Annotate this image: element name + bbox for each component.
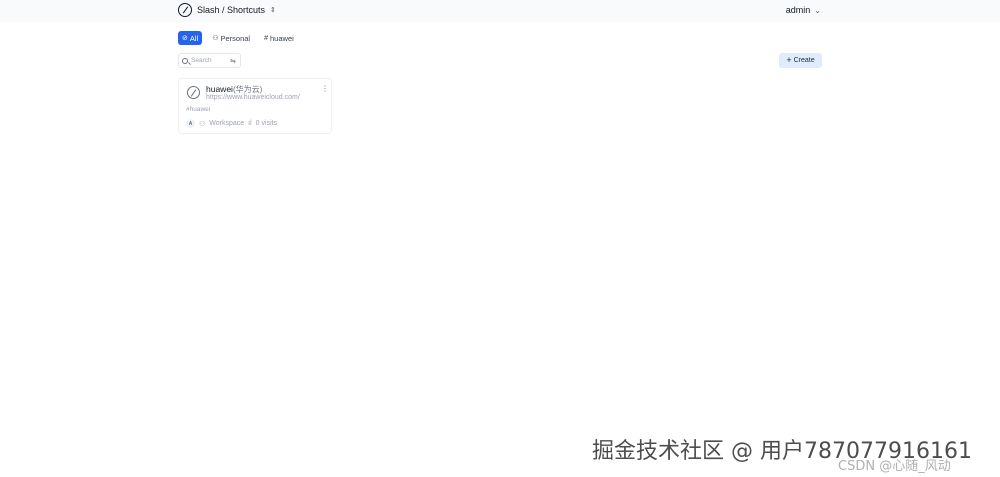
user-name: admin [785, 5, 811, 15]
filter-bar: ⊘ All ⚇ Personal # huawei [178, 31, 298, 45]
top-bar: Slash / Shortcuts ⇕ admin ⌄ [0, 0, 1000, 22]
shortcut-meta: A ⚇ Workspace ıl 0 visits [186, 119, 277, 128]
shortcut-visits: 0 visits [255, 120, 278, 127]
bar-chart-icon: ıl [248, 120, 252, 127]
hash-icon: # [264, 34, 269, 42]
filter-chip-personal[interactable]: ⚇ Personal [208, 31, 254, 45]
shortcut-favicon-icon [187, 86, 200, 99]
shortcut-alt-title: (华为云) [232, 85, 263, 94]
chevron-up-down-icon: ⇕ [270, 7, 276, 14]
all-icon: ⊘ [182, 35, 188, 42]
create-button[interactable]: + Create [779, 53, 822, 68]
search-icon [182, 57, 188, 64]
user-menu[interactable]: admin ⌄ [786, 4, 821, 16]
create-button-label: Create [793, 57, 815, 64]
slash-logo-icon [178, 3, 192, 17]
search-input[interactable] [191, 57, 227, 64]
workspace-icon: ⚇ [199, 120, 206, 128]
filter-chip-tag-huawei[interactable]: # huawei [260, 31, 298, 45]
brand-title: Slash / Shortcuts [197, 5, 266, 15]
shortcut-visibility: Workspace [209, 120, 245, 127]
more-options-icon[interactable]: ⋮ [321, 85, 329, 93]
filter-chip-label: All [189, 33, 199, 43]
watermark-subtext: CSDN @心随_风动 [838, 459, 951, 474]
brand-menu[interactable]: Slash / Shortcuts ⇕ [178, 2, 276, 18]
user-icon: ⚇ [212, 35, 219, 42]
avatar: A [186, 119, 195, 128]
plus-icon: + [786, 55, 792, 65]
filter-chip-label: Personal [220, 33, 251, 43]
shortcut-tag[interactable]: #huawei [186, 106, 210, 113]
filter-chip-all[interactable]: ⊘ All [178, 31, 203, 45]
filter-chip-label: huawei [270, 33, 294, 43]
shortcut-url[interactable]: https://www.huaweicloud.com/ [206, 94, 300, 101]
filter-settings-icon[interactable]: ⇋ [230, 57, 236, 65]
chevron-down-icon: ⌄ [814, 5, 821, 15]
search-box: ⇋ [178, 53, 241, 68]
shortcut-name: huawei [206, 84, 233, 94]
shortcut-card[interactable]: huawei(华为云) https://www.huaweicloud.com/… [178, 78, 332, 134]
